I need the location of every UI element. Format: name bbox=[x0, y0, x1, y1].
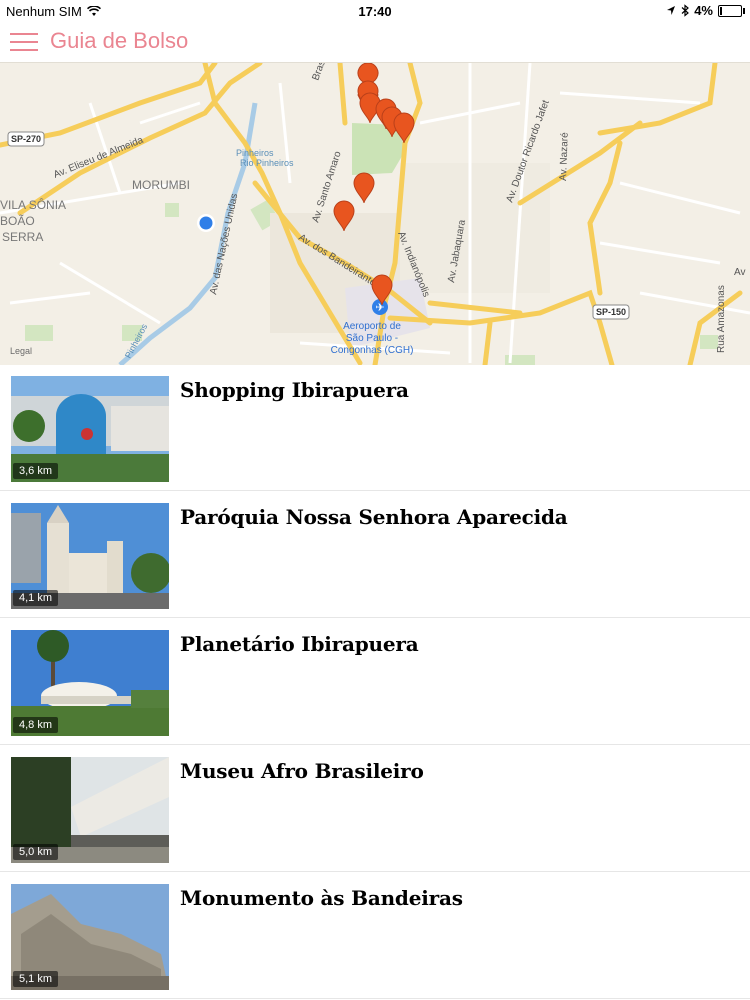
place-name: Planetário Ibirapuera bbox=[180, 632, 419, 656]
place-row[interactable]: 4,8 km Planetário Ibirapuera bbox=[0, 618, 750, 745]
map-label: SERRA bbox=[2, 230, 43, 244]
place-row[interactable]: 3,6 km Shopping Ibirapuera bbox=[0, 364, 750, 491]
svg-text:✈: ✈ bbox=[375, 302, 384, 314]
place-photo: 5,1 km bbox=[11, 884, 169, 990]
place-row[interactable]: 5,0 km Museu Afro Brasileiro bbox=[0, 745, 750, 872]
map-canvas[interactable]: SP-270 SP-150 Av. Eliseu de Almeida MORU… bbox=[0, 63, 750, 365]
place-photo: 5,0 km bbox=[11, 757, 169, 863]
place-name: Shopping Ibirapuera bbox=[180, 378, 409, 402]
map-label: VILA SÔNIA bbox=[0, 197, 66, 212]
map-label: MORUMBI bbox=[132, 178, 190, 192]
distance-badge: 5,1 km bbox=[13, 971, 59, 987]
place-name: Monumento às Bandeiras bbox=[180, 886, 463, 910]
place-row[interactable]: 5,1 km Monumento às Bandeiras bbox=[0, 872, 750, 999]
distance-badge: 5,0 km bbox=[13, 844, 59, 860]
legal-link[interactable]: Legal bbox=[10, 346, 32, 356]
map-label: Rua Amazonas bbox=[716, 285, 727, 353]
place-photo: 4,8 km bbox=[11, 630, 169, 736]
location-arrow-icon bbox=[667, 6, 676, 15]
map-view[interactable]: SP-270 SP-150 Av. Eliseu de Almeida MORU… bbox=[0, 62, 750, 365]
status-bar: Nenhum SIM 17:40 4% bbox=[0, 0, 750, 22]
distance-badge: 4,8 km bbox=[13, 717, 59, 733]
user-location-icon bbox=[199, 216, 213, 230]
battery-percent: 4% bbox=[694, 3, 713, 18]
map-label: Av. Eliseu de Almeida bbox=[52, 135, 145, 181]
place-photo: 3,6 km bbox=[11, 376, 169, 482]
battery-icon bbox=[718, 4, 745, 17]
hamburger-menu-icon[interactable] bbox=[10, 30, 40, 52]
map-label: Rio Pinheiros bbox=[240, 158, 294, 168]
place-name: Paróquia Nossa Senhora Aparecida bbox=[180, 505, 568, 529]
map-label: Av bbox=[734, 267, 746, 278]
places-list: 3,6 km Shopping Ibirapuera 4,1 km Paróqu… bbox=[0, 364, 750, 999]
map-label: São Paulo - bbox=[346, 333, 398, 344]
map-label: BOÃO bbox=[0, 214, 35, 228]
place-photo: 4,1 km bbox=[11, 503, 169, 609]
distance-badge: 3,6 km bbox=[13, 463, 59, 479]
map-label: Aeroporto de bbox=[343, 321, 401, 332]
clock: 17:40 bbox=[358, 4, 392, 19]
place-name: Museu Afro Brasileiro bbox=[180, 759, 424, 783]
bluetooth-icon bbox=[681, 4, 690, 17]
map-label: Congonhas (CGH) bbox=[331, 345, 414, 356]
app-title: Guia de Bolso bbox=[50, 28, 189, 53]
map-pin-icon[interactable] bbox=[353, 172, 375, 204]
map-label: SP-270 bbox=[11, 134, 41, 144]
map-label: Av. das Nações Unidas bbox=[208, 193, 240, 296]
map-label: SP-150 bbox=[596, 307, 626, 317]
map-label: Av. Nazaré bbox=[558, 132, 571, 181]
navigation-bar: Guia de Bolso bbox=[0, 22, 750, 62]
place-row[interactable]: 4,1 km Paróquia Nossa Senhora Aparecida bbox=[0, 491, 750, 618]
map-label: Pinheiros bbox=[236, 148, 274, 158]
map-label: Brasil bbox=[310, 63, 329, 82]
distance-badge: 4,1 km bbox=[13, 590, 59, 606]
